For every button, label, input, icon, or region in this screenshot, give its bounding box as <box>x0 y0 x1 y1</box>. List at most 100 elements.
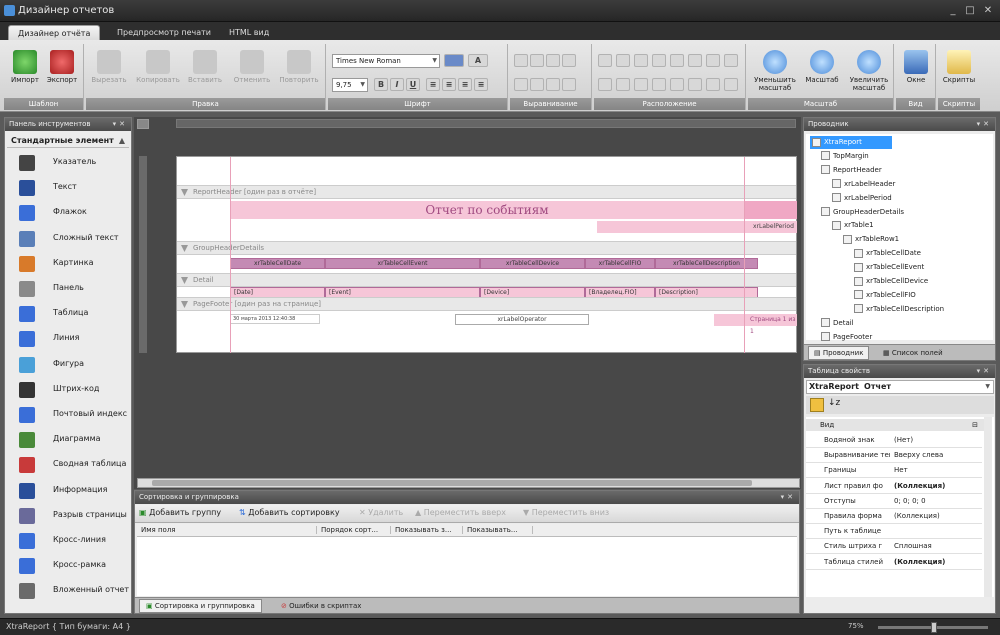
toolbox-item[interactable]: Вложенный отчет <box>11 580 129 602</box>
tab-sorting-grouping[interactable]: ▣ Сортировка и группировка <box>139 599 262 613</box>
toolbox-item[interactable]: Разрыв страницы <box>11 505 129 527</box>
layout-button-11[interactable] <box>634 78 648 91</box>
layout-button-5[interactable] <box>670 54 684 67</box>
band-report-header[interactable]: ReportHeader [один раз в отчёте] <box>177 185 796 199</box>
layout-button-2[interactable] <box>616 54 630 67</box>
column-header-show-footer[interactable]: Показывать... <box>467 526 533 534</box>
property-value[interactable]: 0; 0; 0; 0 <box>894 494 926 509</box>
tree-node[interactable]: xrLabelHeader <box>832 178 895 191</box>
tab-field-list[interactable]: ▦ Список полей <box>878 346 948 360</box>
layout-button-10[interactable] <box>616 78 630 91</box>
font-color-button[interactable]: A <box>468 54 488 67</box>
highlight-color-button[interactable] <box>444 54 464 67</box>
property-value[interactable]: (Коллекция) <box>894 479 945 494</box>
tab-html-view[interactable]: HTML вид <box>220 25 278 40</box>
column-header-sort-order[interactable]: Порядок сорт... <box>321 526 391 534</box>
tab-script-errors[interactable]: ⊘ Ошибки в скриптах <box>275 599 367 613</box>
align-center-button[interactable]: ≡ <box>442 78 456 91</box>
delete-button[interactable]: ✕ Удалить <box>359 508 403 517</box>
tree-node[interactable]: PageFooter <box>821 331 872 344</box>
property-row[interactable]: Правила форма (Коллекция) <box>806 509 982 524</box>
toolbox-item[interactable]: Кросс-линия <box>11 530 129 552</box>
tree-node[interactable]: xrLabelPeriod <box>832 192 892 205</box>
object-selector[interactable]: XtraReport Отчет ▼ <box>806 380 994 394</box>
align-top-right-button[interactable] <box>546 54 560 67</box>
panel-controls[interactable]: ▾✕ <box>781 491 796 504</box>
layout-button-6[interactable] <box>688 54 702 67</box>
header-cell[interactable]: xrTableCellDate <box>230 258 325 269</box>
property-row[interactable]: Границы Нет <box>806 463 982 479</box>
horizontal-scrollbar[interactable] <box>137 478 800 488</box>
property-row[interactable]: Выравнивание текс Вверху слева <box>806 448 982 464</box>
align-top-justify-button[interactable] <box>562 54 576 67</box>
column-header-show-header[interactable]: Показывать з... <box>395 526 463 534</box>
maximize-button[interactable]: □ <box>963 4 977 17</box>
tree-node[interactable]: xrTableCellFIO <box>854 289 916 302</box>
footer-operator-label[interactable]: xrLabelOperator <box>455 314 589 325</box>
align-left-button[interactable]: ≡ <box>426 78 440 91</box>
toolbox-item[interactable]: Линия <box>11 328 129 350</box>
tab-print-preview[interactable]: Предпросмотр печати <box>108 25 220 40</box>
band-page-footer[interactable]: PageFooter [один раз на странице] <box>177 297 796 311</box>
report-title-label[interactable]: Отчет по событиям <box>230 201 744 219</box>
header-cell[interactable]: xrTableCellFIO <box>585 258 655 269</box>
layout-button-3[interactable] <box>634 54 648 67</box>
band-detail[interactable]: Detail <box>177 273 796 287</box>
property-category-view[interactable]: Вид ⊟ <box>806 419 984 431</box>
header-cell[interactable]: xrTableCellDevice <box>480 258 585 269</box>
toolbox-item[interactable]: Сложный текст <box>11 228 129 250</box>
tree-node[interactable]: xrTableCellDescription <box>854 303 944 316</box>
toolbox-item[interactable]: Почтовый индекс <box>11 404 129 426</box>
property-value[interactable]: Вверху слева <box>894 448 943 463</box>
tree-node[interactable]: TopMargin <box>821 150 869 163</box>
undo-button[interactable]: Отменить <box>230 48 274 94</box>
property-value[interactable]: Нет <box>894 463 908 478</box>
header-cell[interactable]: xrTableCellEvent <box>325 258 480 269</box>
property-value[interactable]: Сплошная <box>894 539 932 554</box>
tree-node[interactable]: xrTableCellEvent <box>854 261 924 274</box>
toolbox-item[interactable]: Штрих-код <box>11 379 129 401</box>
toolbox-item[interactable]: Текст <box>11 177 129 199</box>
close-button[interactable]: ✕ <box>981 4 995 17</box>
categorized-view-button[interactable] <box>810 398 824 412</box>
toolbox-item[interactable]: Диаграмма <box>11 429 129 451</box>
tree-node[interactable]: xrTableRow1 <box>843 233 899 246</box>
column-header-field[interactable]: Имя поля <box>141 526 317 534</box>
layout-button-13[interactable] <box>670 78 684 91</box>
property-row[interactable]: Путь к таблице <box>806 524 982 540</box>
layout-button-16[interactable] <box>724 78 738 91</box>
zoom-in-button[interactable]: Увеличить масштаб <box>846 48 892 94</box>
panel-controls[interactable]: ▾✕ <box>977 365 992 378</box>
property-value[interactable]: (Коллекция) <box>894 555 945 570</box>
justify-button[interactable]: ≡ <box>474 78 488 91</box>
redo-button[interactable]: Повторить <box>276 48 322 94</box>
tree-node[interactable]: xrTable1 <box>832 219 874 232</box>
layout-button-7[interactable] <box>706 54 720 67</box>
move-down-button[interactable]: ▼ Переместить вниз <box>523 508 609 517</box>
property-row[interactable]: Отступы 0; 0; 0; 0 <box>806 494 982 509</box>
font-name-combo[interactable]: Times New Roman ▼ <box>332 54 440 68</box>
align-bottom-left-button[interactable] <box>514 78 528 91</box>
minimize-button[interactable]: _ <box>946 4 960 17</box>
scripts-button[interactable]: Скрипты <box>941 48 977 94</box>
tree-node[interactable]: XtraReport <box>810 136 892 149</box>
paste-button[interactable]: Вставить <box>184 48 226 94</box>
property-row[interactable]: Лист правил фо (Коллекция) <box>806 479 982 494</box>
toolbox-item[interactable]: Указатель <box>11 152 129 174</box>
zoom-slider-thumb[interactable] <box>931 622 937 633</box>
toolbox-item[interactable]: Таблица <box>11 303 129 325</box>
layout-button-14[interactable] <box>688 78 702 91</box>
toolbox-item[interactable]: Флажок <box>11 202 129 224</box>
toolbox-item[interactable]: Информация <box>11 480 129 502</box>
property-row[interactable]: Стиль штриха г Сплошная <box>806 539 982 555</box>
period-label[interactable]: xrLabelPeriod <box>753 222 797 232</box>
zoom-button[interactable]: Масштаб <box>800 48 844 94</box>
footer-page-number[interactable]: Страница 1 из 1 <box>714 314 797 335</box>
layout-button-8[interactable] <box>724 54 738 67</box>
toolbox-item[interactable]: Фигура <box>11 354 129 376</box>
windows-button[interactable]: Окне <box>898 48 934 94</box>
layout-button-12[interactable] <box>652 78 666 91</box>
property-value[interactable]: (Нет) <box>894 433 913 448</box>
cut-button[interactable]: Вырезать <box>88 48 130 94</box>
layout-button-4[interactable] <box>652 54 666 67</box>
